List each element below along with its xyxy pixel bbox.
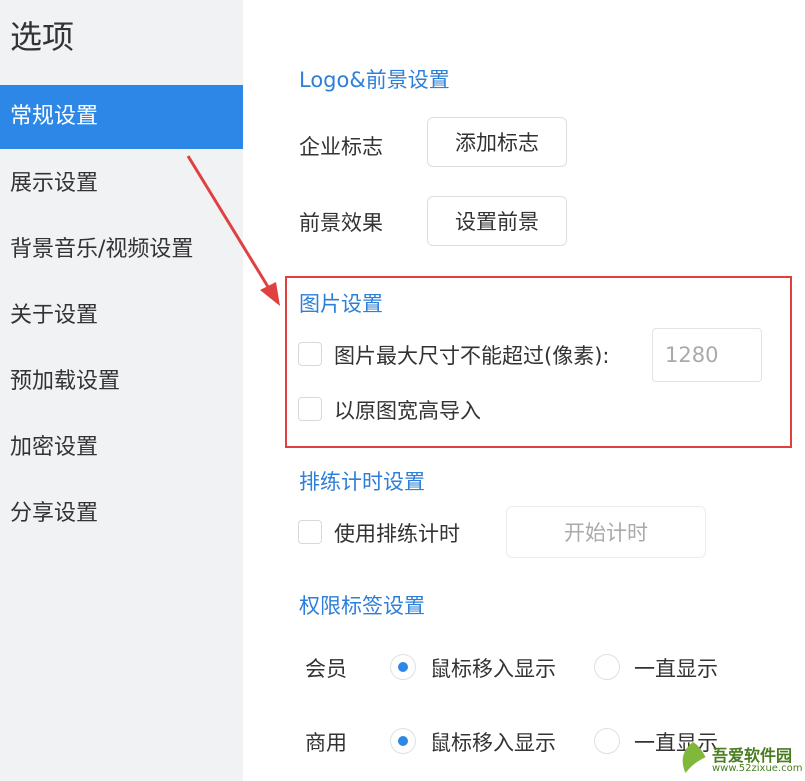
annotation-arrow [186, 155, 280, 306]
commercial-always-radio[interactable] [594, 728, 620, 754]
sidebar-item-share[interactable]: 分享设置 [0, 482, 243, 546]
member-always-radio[interactable] [594, 654, 620, 680]
member-hover-label: 鼠标移入显示 [430, 657, 556, 681]
logo-section-title: Logo&前景设置 [299, 68, 450, 92]
member-label: 会员 [305, 657, 347, 681]
permission-section-title: 权限标签设置 [299, 594, 425, 618]
member-always-label: 一直显示 [634, 657, 718, 681]
options-title: 选项 [10, 18, 75, 56]
max-size-label: 图片最大尺寸不能超过(像素): [334, 344, 610, 368]
start-timer-button[interactable]: 开始计时 [506, 506, 706, 558]
use-timer-label: 使用排练计时 [334, 522, 460, 546]
logo-label: 企业标志 [299, 135, 383, 159]
member-hover-radio[interactable] [390, 654, 416, 680]
max-size-checkbox[interactable] [298, 342, 322, 366]
sidebar-item-preload[interactable]: 预加载设置 [0, 350, 243, 414]
commercial-hover-radio[interactable] [390, 728, 416, 754]
watermark-url: www.52zixue.com [712, 763, 803, 774]
set-foreground-button[interactable]: 设置前景 [427, 196, 567, 246]
use-timer-checkbox[interactable] [298, 520, 322, 544]
original-size-label: 以原图宽高导入 [334, 399, 481, 423]
original-size-checkbox[interactable] [298, 397, 322, 421]
watermark-logo-icon [682, 742, 707, 775]
commercial-hover-label: 鼠标移入显示 [430, 731, 556, 755]
timer-section-title: 排练计时设置 [299, 470, 425, 494]
foreground-label: 前景效果 [299, 211, 383, 235]
add-logo-button[interactable]: 添加标志 [427, 117, 567, 167]
sidebar-item-encryption[interactable]: 加密设置 [0, 416, 243, 480]
max-size-input[interactable]: 1280 [652, 328, 762, 382]
commercial-label: 商用 [305, 731, 347, 755]
image-section-title: 图片设置 [299, 292, 383, 316]
sidebar: 选项 常规设置 展示设置 背景音乐/视频设置 关于设置 预加载设置 加密设置 分… [0, 0, 243, 781]
sidebar-item-general[interactable]: 常规设置 [0, 85, 243, 149]
